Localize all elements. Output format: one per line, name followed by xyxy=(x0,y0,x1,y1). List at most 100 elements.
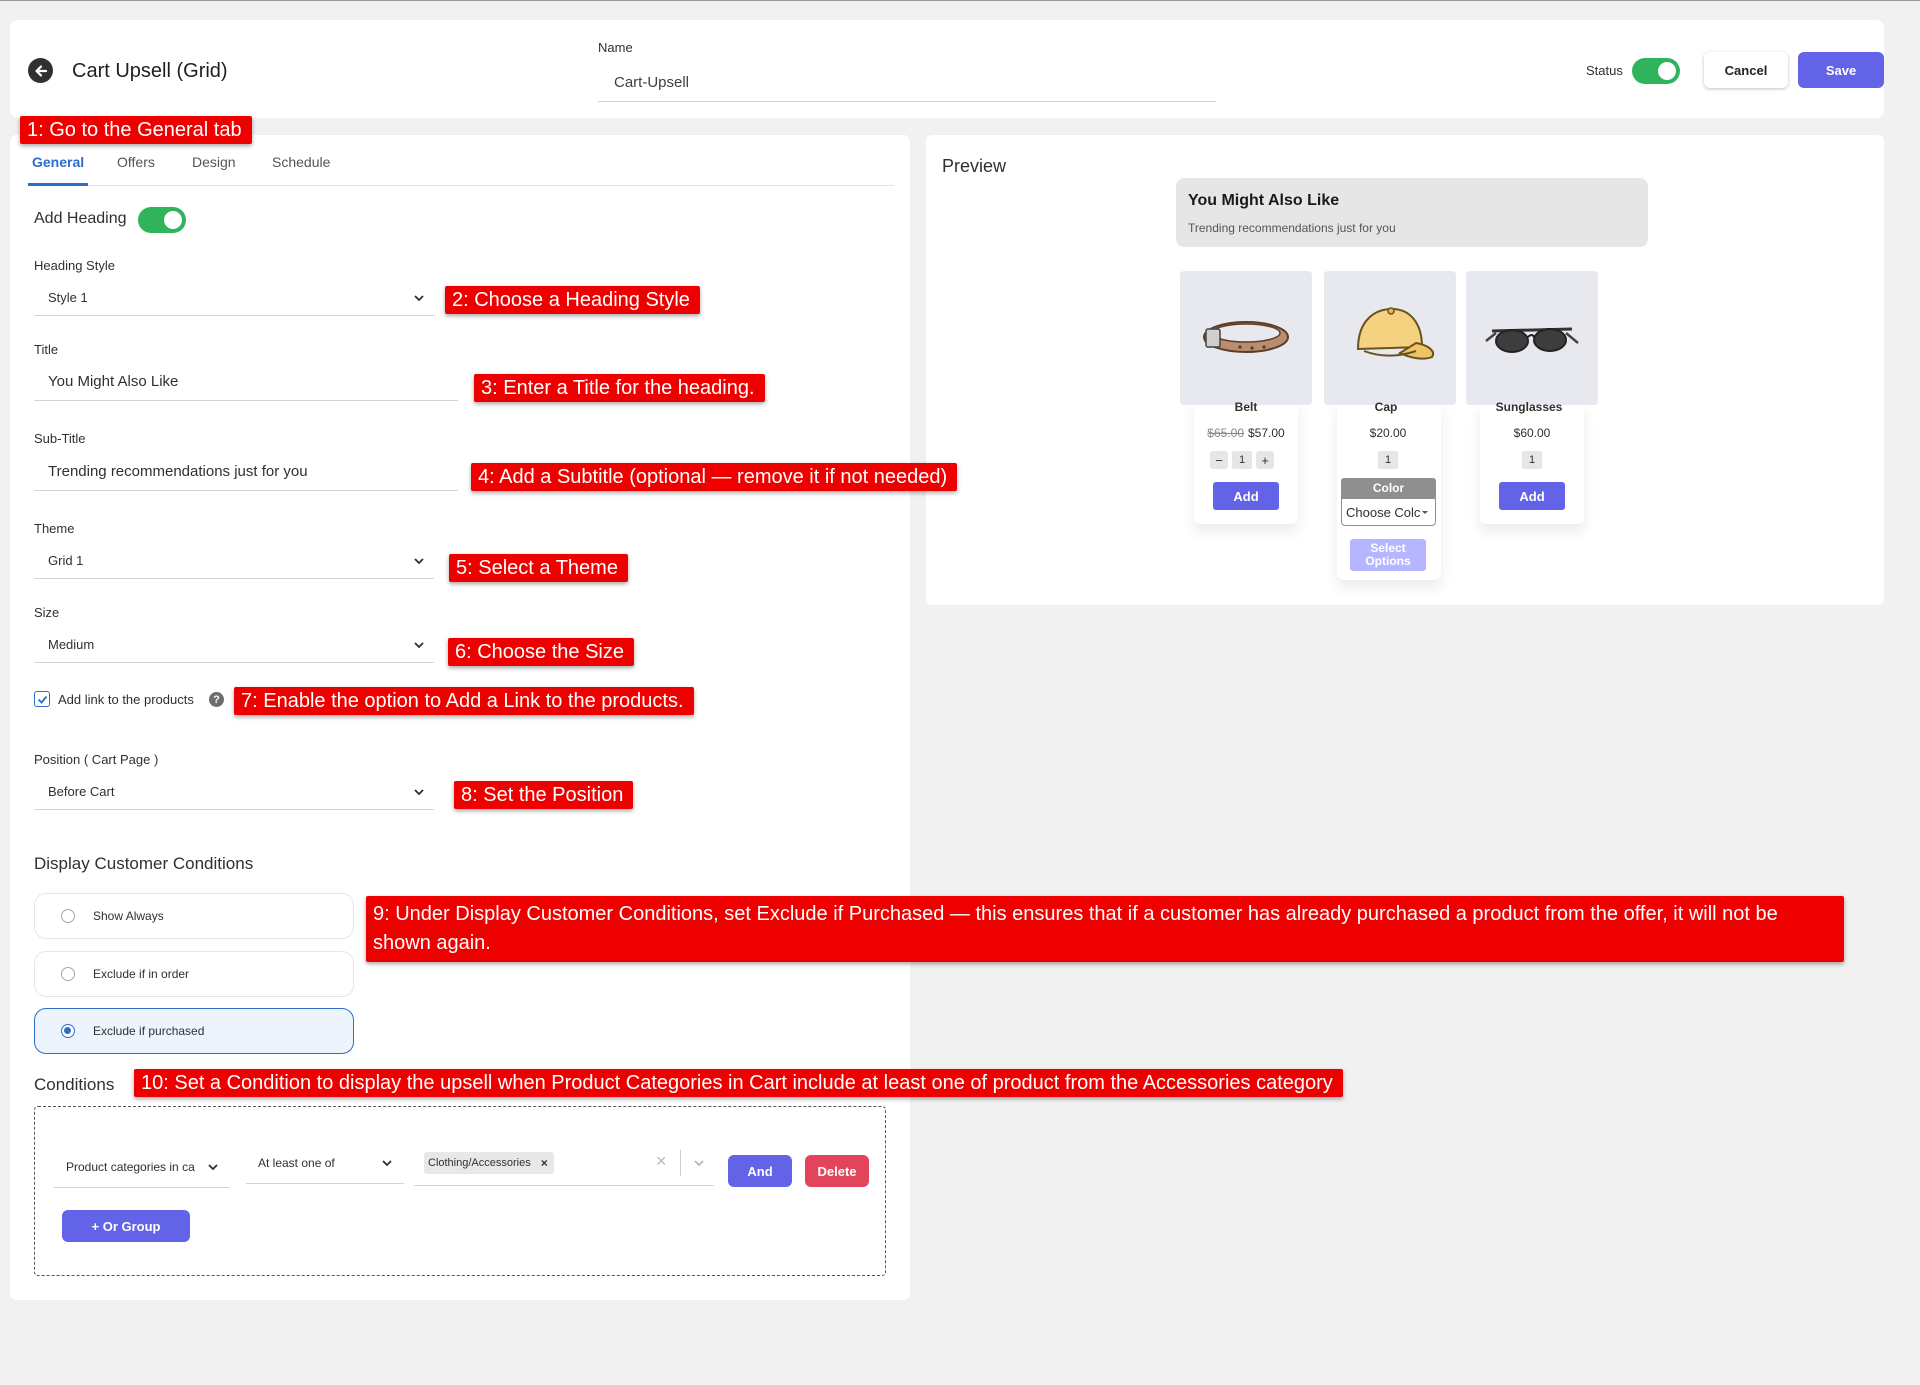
condition-operator-select[interactable]: At least one of xyxy=(246,1142,404,1184)
size-label: Size xyxy=(34,605,60,620)
product-price: $60.00 xyxy=(1513,426,1551,440)
qty-plus-button[interactable]: + xyxy=(1256,451,1274,469)
position-select[interactable]: Before Cart xyxy=(34,774,434,810)
annotation-step-10: 10: Set a Condition to display the upsel… xyxy=(134,1069,1343,1097)
quantity-stepper: − 1 + xyxy=(1210,451,1274,469)
annotation-step-9: 9: Under Display Customer Conditions, se… xyxy=(366,896,1844,962)
add-button[interactable]: Add xyxy=(1213,482,1279,510)
tag-remove-icon[interactable]: × xyxy=(541,1156,548,1170)
chevron-down-icon xyxy=(208,1163,218,1170)
and-button[interactable]: And xyxy=(728,1155,792,1187)
annotation-step-3: 3: Enter a Title for the heading. xyxy=(474,374,765,402)
product-image-sunglasses[interactable] xyxy=(1466,271,1598,405)
condition-operator-value: At least one of xyxy=(258,1155,335,1170)
annotation-step-7: 7: Enable the option to Add a Link to th… xyxy=(234,687,694,715)
radio-label: Show Always xyxy=(93,909,164,923)
cap-icon xyxy=(1356,307,1434,360)
annotation-step-6: 6: Choose the Size xyxy=(448,638,634,666)
condition-field-select[interactable]: Product categories in ca xyxy=(54,1146,230,1188)
preview-title: Preview xyxy=(942,156,1007,176)
radio-exclude-if-purchased[interactable]: Exclude if purchased xyxy=(34,1008,354,1054)
qty-value: 1 xyxy=(1378,451,1398,469)
cancel-button[interactable]: Cancel xyxy=(1704,52,1788,88)
condition-tag: Clothing/Accessories × xyxy=(424,1152,554,1174)
tab-design[interactable]: Design xyxy=(192,154,236,170)
chevron-down-icon xyxy=(414,557,424,564)
title-input[interactable]: You Might Also Like xyxy=(34,363,458,401)
theme-select[interactable]: Grid 1 xyxy=(34,543,434,579)
add-heading-toggle[interactable] xyxy=(138,207,186,233)
name-label: Name xyxy=(598,40,633,55)
condition-group xyxy=(34,1106,886,1276)
radio-exclude-in-order[interactable]: Exclude if in order xyxy=(34,951,354,997)
active-tab-indicator xyxy=(28,183,88,186)
heading-style-select[interactable]: Style 1 xyxy=(34,280,434,316)
annotation-step-4: 4: Add a Subtitle (optional — remove it … xyxy=(471,463,958,491)
radio-button xyxy=(61,967,75,981)
color-option-label: Color xyxy=(1341,478,1436,498)
chevron-down-icon xyxy=(414,641,424,648)
tab-offers[interactable]: Offers xyxy=(117,154,155,170)
preview-heading-subtitle: Trending recommendations just for you xyxy=(1188,221,1396,235)
position-value: Before Cart xyxy=(48,784,115,799)
size-select[interactable]: Medium xyxy=(34,627,434,663)
theme-label: Theme xyxy=(34,521,75,536)
preview-heading-title: You Might Also Like xyxy=(1188,192,1340,209)
delete-button[interactable]: Delete xyxy=(805,1155,869,1187)
status-label: Status xyxy=(1586,63,1623,78)
help-icon[interactable]: ? xyxy=(209,692,224,707)
back-button[interactable] xyxy=(28,58,53,83)
radio-show-always[interactable]: Show Always xyxy=(34,893,354,939)
annotation-step-1: 1: Go to the General tab xyxy=(20,116,252,144)
annotation-step-8: 8: Set the Position xyxy=(454,781,634,809)
position-label: Position ( Cart Page ) xyxy=(34,752,159,767)
status-toggle[interactable] xyxy=(1632,58,1680,84)
color-select[interactable]: Choose Colc xyxy=(1341,498,1436,526)
add-heading-label: Add Heading xyxy=(34,210,127,227)
radio-button-selected xyxy=(61,1024,75,1038)
product-image-cap[interactable] xyxy=(1324,271,1456,405)
product-name: Cap xyxy=(1374,400,1398,414)
product-image-belt[interactable] xyxy=(1180,271,1312,405)
title-label: Title xyxy=(34,342,59,357)
arrow-left-icon xyxy=(34,64,47,77)
radio-button xyxy=(61,909,75,923)
radio-label: Exclude if in order xyxy=(93,967,190,981)
product-price: $65.00 $57.00 xyxy=(1180,426,1312,440)
sale-price: $57.00 xyxy=(1248,426,1285,440)
chevron-down-icon xyxy=(414,294,424,301)
size-value: Medium xyxy=(48,637,95,652)
chevron-down-icon xyxy=(414,788,424,795)
sunglasses-icon xyxy=(1485,327,1579,353)
heading-style-label: Heading Style xyxy=(34,258,115,273)
save-button[interactable]: Save xyxy=(1798,52,1884,88)
page-title: Cart Upsell (Grid) xyxy=(72,60,228,82)
heading-style-value: Style 1 xyxy=(48,290,88,305)
conditions-title: Conditions xyxy=(34,1075,115,1094)
compare-price: $65.00 xyxy=(1207,426,1244,440)
tab-schedule[interactable]: Schedule xyxy=(272,154,330,170)
quantity-display: 1 xyxy=(1522,451,1542,469)
theme-value: Grid 1 xyxy=(48,553,84,568)
chevron-down-icon xyxy=(382,1159,392,1166)
name-input[interactable] xyxy=(598,64,1216,102)
display-conditions-title: Display Customer Conditions xyxy=(34,854,254,873)
or-group-button[interactable]: + Or Group xyxy=(62,1210,190,1242)
subtitle-input[interactable]: Trending recommendations just for you xyxy=(34,453,458,491)
annotation-step-2: 2: Choose a Heading Style xyxy=(445,286,700,314)
chevron-down-icon[interactable] xyxy=(692,1156,706,1170)
qty-minus-button[interactable]: − xyxy=(1210,451,1228,469)
qty-value: 1 xyxy=(1522,451,1542,469)
product-price: $20.00 xyxy=(1369,426,1407,440)
tab-bar: General Offers Design Schedule xyxy=(28,150,894,186)
qty-value: 1 xyxy=(1232,451,1252,469)
select-options-button[interactable]: Select Options xyxy=(1350,539,1426,571)
divider xyxy=(680,1150,681,1176)
tab-general[interactable]: General xyxy=(32,154,84,170)
add-link-checkbox[interactable] xyxy=(34,691,50,707)
add-button[interactable]: Add xyxy=(1499,482,1565,510)
preview-heading xyxy=(1176,178,1648,247)
product-name: Sunglasses xyxy=(1495,400,1563,414)
clear-icon[interactable]: × xyxy=(656,1151,667,1172)
belt-icon xyxy=(1203,321,1289,353)
